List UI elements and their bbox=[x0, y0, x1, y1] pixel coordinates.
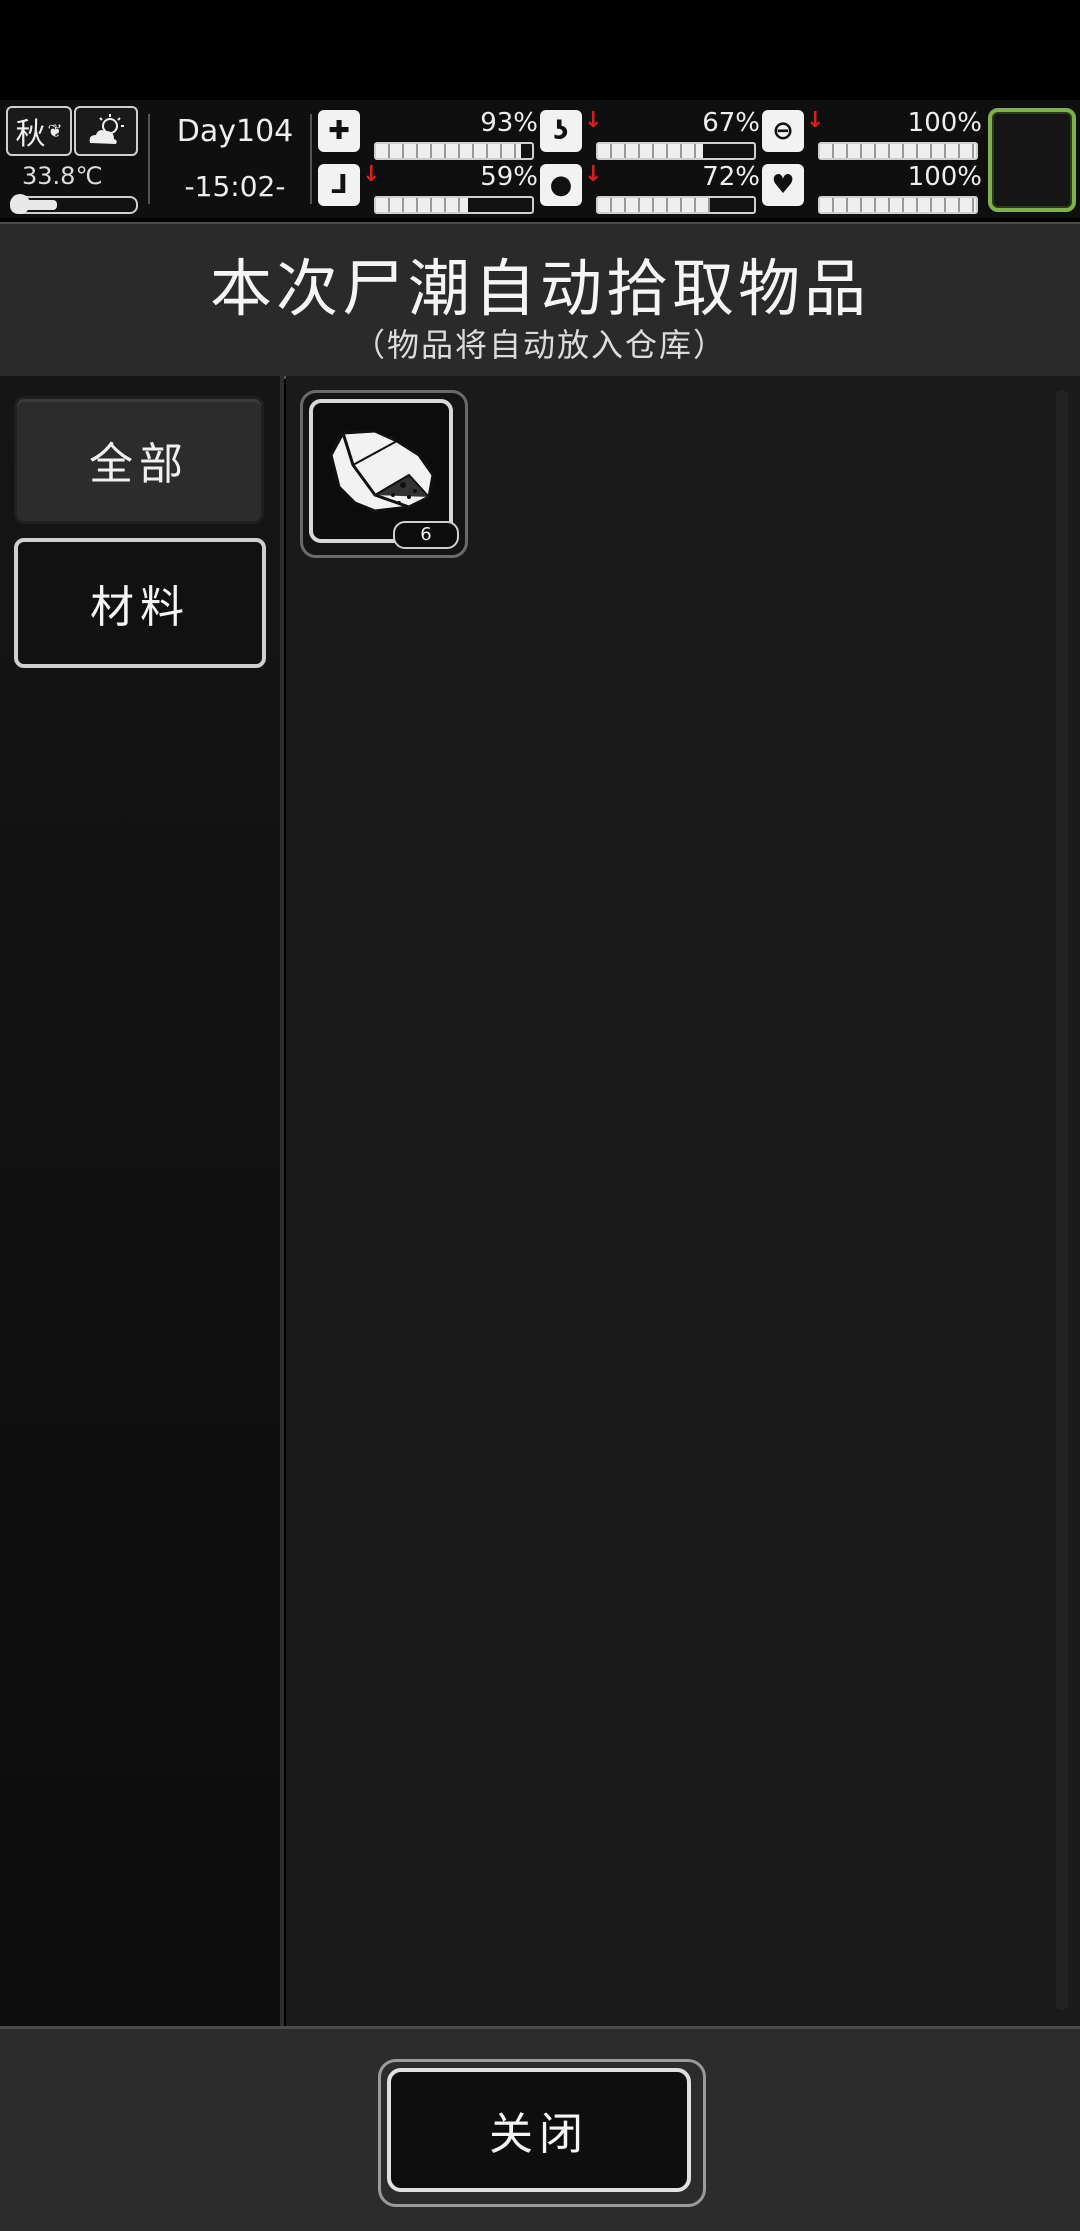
item-slot[interactable]: 6 bbox=[300, 390, 468, 558]
weather-indicator bbox=[74, 106, 138, 156]
dialog-subtitle: （物品将自动放入仓库） bbox=[352, 326, 727, 364]
stat-fill bbox=[820, 198, 976, 212]
down-arrow-icon: ↓ bbox=[806, 108, 825, 133]
stat-fill bbox=[376, 198, 469, 212]
scrollbar[interactable] bbox=[1056, 390, 1068, 2010]
stat-bar bbox=[374, 142, 534, 160]
stat-value: 59% bbox=[480, 162, 538, 192]
stat-bar bbox=[818, 142, 978, 160]
temperature-readout: 33.8℃ bbox=[22, 162, 103, 190]
pill-icon: ⊖ bbox=[762, 110, 804, 152]
down-arrow-icon: ↓ bbox=[362, 162, 381, 187]
category-sidebar: 全部 材料 bbox=[0, 376, 284, 2026]
leaf-icon: ❦ bbox=[47, 120, 63, 142]
stat-thirst: ● ↓ 72% bbox=[540, 162, 760, 214]
tab-materials[interactable]: 材料 bbox=[14, 538, 266, 668]
medkit-icon: ✚ bbox=[318, 110, 360, 152]
sun-cloud-icon bbox=[89, 114, 124, 144]
season-indicator: 秋 ❦ bbox=[6, 106, 72, 156]
stat-fill bbox=[376, 144, 522, 158]
down-arrow-icon: ↓ bbox=[584, 162, 603, 187]
hud-divider bbox=[310, 114, 312, 204]
stat-fill bbox=[598, 144, 703, 158]
stat-value: 67% bbox=[702, 108, 760, 138]
heart-icon: ♥ bbox=[762, 164, 804, 206]
water-drop-icon: ● bbox=[540, 164, 582, 206]
stat-value: 72% bbox=[702, 162, 760, 192]
stat-stamina: ⅃ ↓ 59% bbox=[318, 162, 538, 214]
item-count-badge: 6 bbox=[393, 521, 459, 549]
temperature-fill bbox=[18, 200, 57, 210]
close-button-label: 关闭 bbox=[489, 2109, 589, 2160]
stat-bar bbox=[374, 196, 534, 214]
stat-energy: ⊖ ↓ 100% bbox=[762, 108, 982, 160]
day-counter: Day104 bbox=[176, 114, 294, 149]
clock: -15:02- bbox=[184, 170, 286, 203]
tab-label: 材料 bbox=[90, 582, 190, 633]
dialog-footer: 关闭 bbox=[0, 2026, 1080, 2231]
dialog-title: 本次尸潮自动拾取物品 bbox=[209, 252, 870, 325]
close-button-frame: 关闭 bbox=[378, 2059, 706, 2207]
status-hud: 秋 ❦ 33.8℃ Day104 -15:02- ✚ 93% ʖ ↓ 67% ⊖… bbox=[0, 100, 1080, 218]
hud-divider bbox=[148, 114, 150, 204]
stat-hunger: ʖ ↓ 67% bbox=[540, 108, 760, 160]
stat-bar bbox=[818, 196, 978, 214]
tab-label: 全部 bbox=[89, 439, 189, 490]
stat-value: 100% bbox=[907, 108, 982, 138]
stomach-icon: ʖ bbox=[540, 110, 582, 152]
stat-fill bbox=[598, 198, 711, 212]
season-label: 秋 bbox=[15, 117, 46, 152]
dialog-header: 本次尸潮自动拾取物品 （物品将自动放入仓库） bbox=[0, 222, 1080, 379]
item-grid: 6 bbox=[286, 376, 1080, 2026]
stat-bar bbox=[596, 196, 756, 214]
stat-value: 100% bbox=[907, 162, 982, 192]
temperature-gauge bbox=[10, 194, 138, 214]
close-button[interactable]: 关闭 bbox=[387, 2068, 691, 2192]
stat-value: 93% bbox=[480, 108, 538, 138]
quick-slot-button[interactable] bbox=[988, 108, 1076, 212]
down-arrow-icon: ↓ bbox=[584, 108, 603, 133]
tab-all[interactable]: 全部 bbox=[14, 396, 264, 524]
stat-mood: ♥ 100% bbox=[762, 162, 982, 214]
boot-icon: ⅃ bbox=[318, 164, 360, 206]
stat-fill bbox=[820, 144, 976, 158]
rock-ore-icon bbox=[329, 429, 435, 513]
stat-bar bbox=[596, 142, 756, 160]
stat-health: ✚ 93% bbox=[318, 108, 538, 160]
